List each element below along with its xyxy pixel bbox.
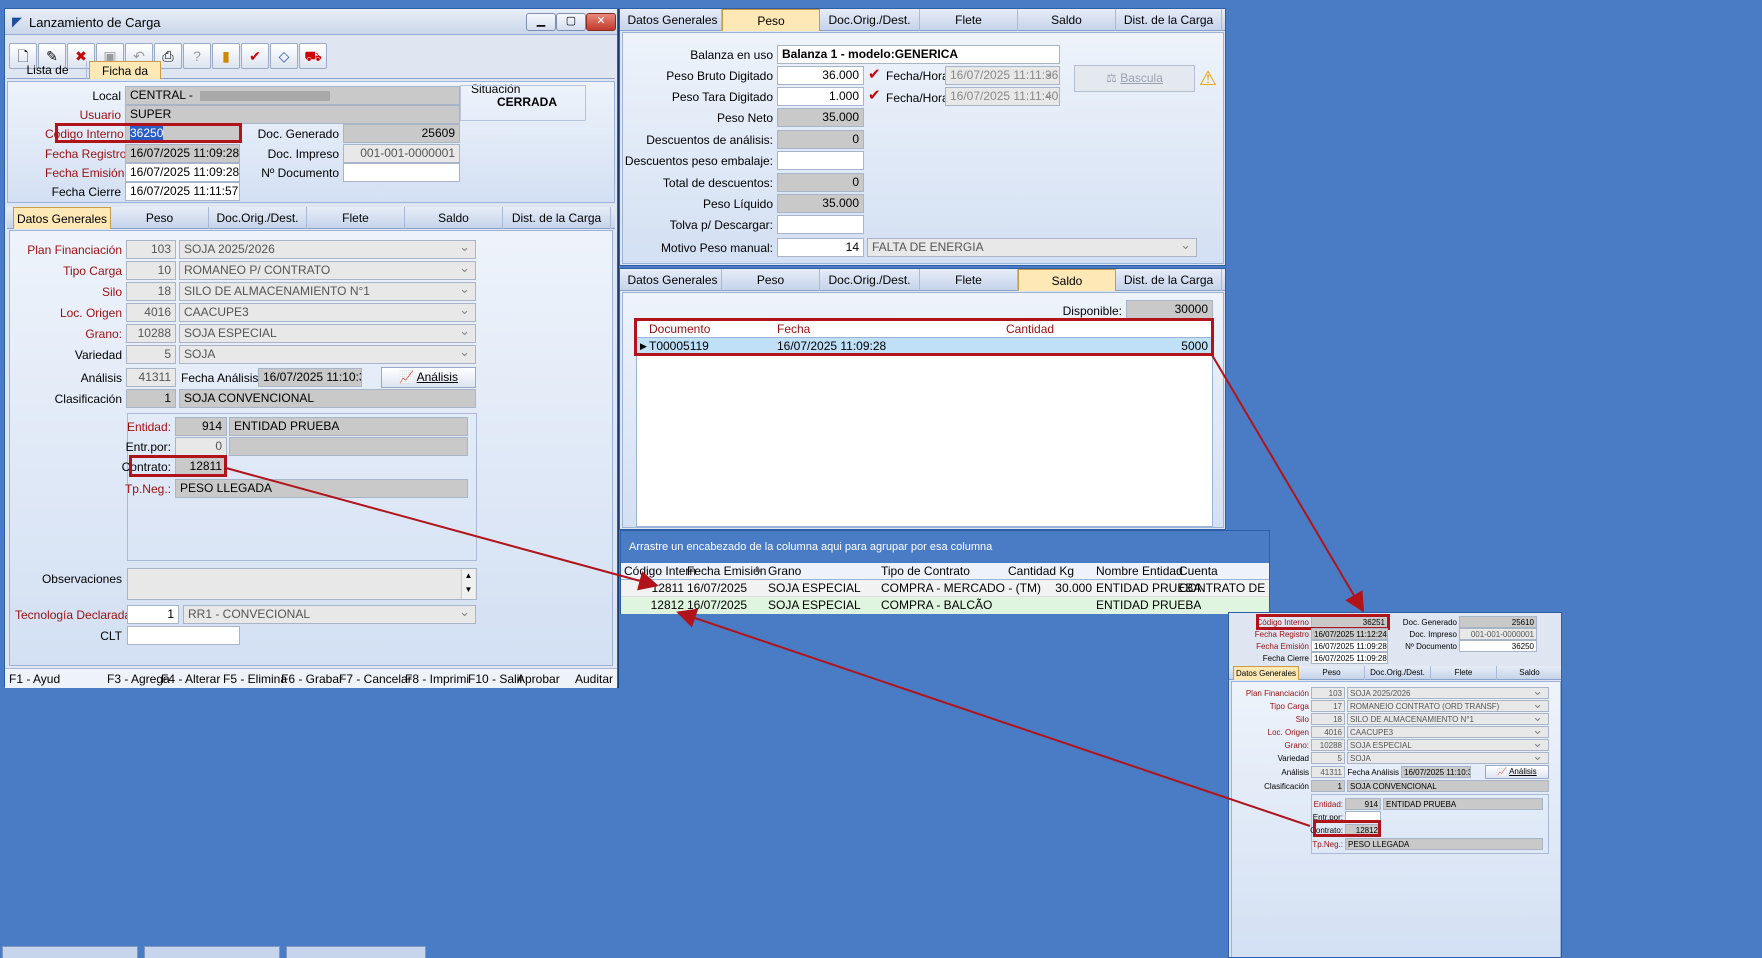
arrow-contrato-to-grid: [225, 467, 659, 591]
annotation-arrows: [225, 354, 1365, 827]
arrow-saldo-to-mini: [1211, 354, 1365, 613]
arrow-mini-contrato-to-grid: [676, 608, 1311, 827]
